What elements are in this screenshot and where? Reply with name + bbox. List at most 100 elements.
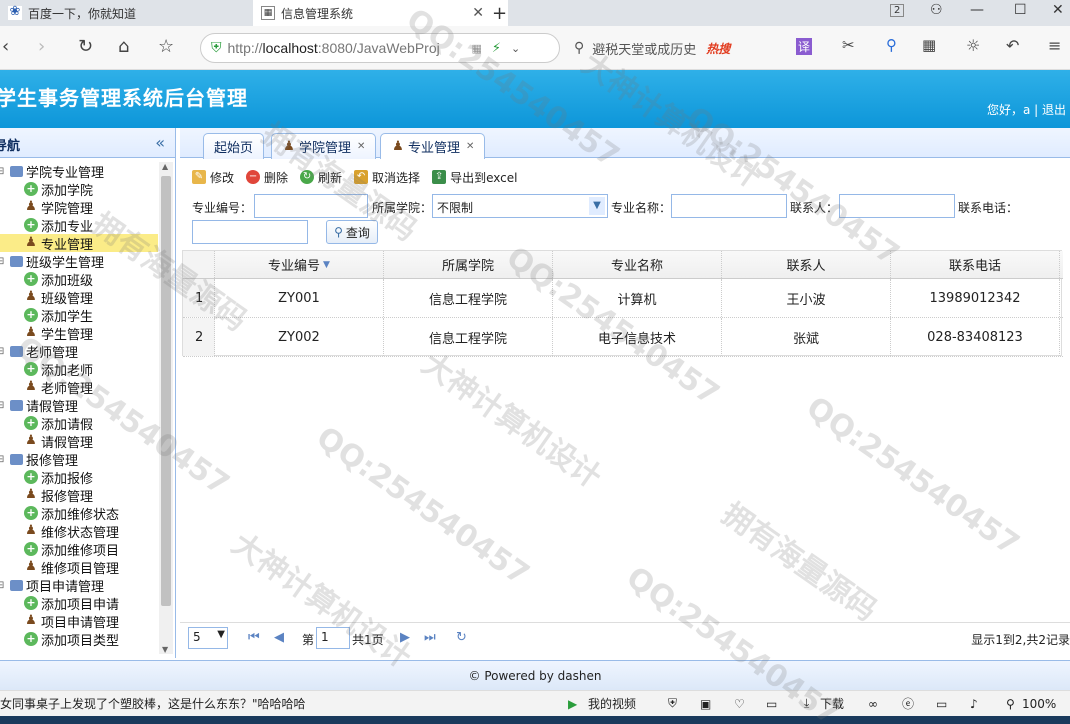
nav-group[interactable]: ⊟ 老师管理 [0,342,158,361]
address-bar[interactable]: ⛨ http://localhost:8080/JavaWebProj ▦ ⚡ … [200,33,560,63]
magnifier-icon[interactable]: ⚲ [886,36,897,54]
maximize-icon[interactable]: ☐ [1014,2,1027,18]
nav-item[interactable]: + 添加项目类型 [0,630,158,649]
nav-item[interactable]: ♟ 学院管理 [0,198,158,217]
nav-item[interactable]: ♟ 学生管理 [0,324,158,343]
nav-item[interactable]: ♟ 班级管理 [0,288,158,307]
refresh-button[interactable]: ↻ 刷新 [300,169,342,186]
zoom-level[interactable]: 100% [1022,697,1056,711]
nav-item[interactable]: ♟ 专业管理 [0,234,158,253]
close-icon[interactable]: ✕ [466,141,474,152]
nav-item[interactable]: ♟ 请假管理 [0,432,158,451]
greeting-logout[interactable]: 您好，a | 退出 [987,101,1066,118]
prev-page-icon[interactable]: ◀ [274,630,284,645]
contact-input[interactable] [839,194,955,218]
column-header-major-name[interactable]: 专业名称 [553,251,722,278]
shirt-icon[interactable]: ⚇ [930,2,943,18]
back-icon[interactable]: ‹ [2,36,9,57]
browser-tab-active[interactable]: ▦ 信息管理系统 ✕ [253,0,508,26]
browser-tab-baidu[interactable]: ❀ 百度一下，你就知道 [0,0,252,26]
image-icon[interactable]: ▣ [700,697,711,711]
search-box[interactable]: ⚲ 避税天堂或成历史 热搜 [574,33,784,63]
lightning-icon[interactable]: ⚡ [492,41,501,56]
menu-icon[interactable]: ≡ [1048,36,1061,55]
nav-item[interactable]: + 添加学院 [0,180,158,199]
news-ticker[interactable]: 女同事桌子上发现了个塑胶棒，这是什么东东？"哈哈哈哈 [0,695,540,712]
scrollbar-thumb[interactable] [161,176,171,606]
table-row[interactable]: 1 ZY001 信息工程学院 计算机 王小波 13989012342 [183,279,1063,318]
forward-icon[interactable]: › [38,36,45,57]
close-window-icon[interactable]: ✕ [1052,2,1064,18]
column-header-phone[interactable]: 联系电话 [891,251,1060,278]
collapse-toggle-icon[interactable]: ⊟ [0,400,4,411]
column-header-college[interactable]: 所属学院 [384,251,553,278]
nav-item[interactable]: ♟ 维修项目管理 [0,558,158,577]
star-icon[interactable]: ☆ [158,36,174,57]
nav-group[interactable]: ⊟ 班级学生管理 [0,252,158,271]
nav-item[interactable]: + 添加专业 [0,216,158,235]
window-icon[interactable]: ▭ [936,697,947,711]
minimize-icon[interactable]: — [970,2,984,18]
nav-item[interactable]: ♟ 维修状态管理 [0,522,158,541]
undo-icon[interactable]: ↶ [1006,36,1019,55]
collapse-toggle-icon[interactable]: ⊟ [0,454,4,465]
nav-group[interactable]: ⊟ 学院专业管理 [0,162,158,181]
grid-icon[interactable]: ▦ [472,42,482,55]
my-video-link[interactable]: 我的视频 [588,695,636,712]
nav-group[interactable]: ⊟ 项目申请管理 [0,576,158,595]
edit-button[interactable]: ✎ 修改 [192,169,234,186]
brightness-icon[interactable]: ☼ [966,36,980,55]
hot-search-label[interactable]: 热搜 [706,40,730,57]
college-select[interactable]: 不限制 ▼ [432,194,608,218]
nav-item[interactable]: + 添加请假 [0,414,158,433]
nav-item[interactable]: ♟ 报修管理 [0,486,158,505]
nav-item[interactable]: + 添加维修项目 [0,540,158,559]
home-icon[interactable]: ⌂ [118,36,129,57]
tab-counter[interactable]: 2 [890,4,905,17]
nav-item[interactable]: + 添加老师 [0,360,158,379]
first-page-icon[interactable]: ⏮ [248,630,260,645]
speaker-icon[interactable]: ♪ [970,697,978,711]
next-page-icon[interactable]: ▶ [400,630,410,645]
nav-item[interactable]: ♟ 项目申请管理 [0,612,158,631]
table-row[interactable]: 2 ZY002 信息工程学院 电子信息技术 张斌 028-83408123 [183,318,1063,357]
download-link[interactable]: 下载 [820,695,844,712]
cancel-select-button[interactable]: ↶ 取消选择 [354,169,420,186]
page-size-select[interactable]: 5 ▼ [188,627,228,649]
scissors-icon[interactable]: ✂ [842,36,855,54]
phone-input[interactable] [192,220,308,244]
nav-item[interactable]: + 添加报修 [0,468,158,487]
tab-major[interactable]: ♟ 专业管理 ✕ [380,133,486,159]
nav-scrollbar[interactable]: ▲ ▼ [159,162,173,654]
apps-icon[interactable]: ▦ [922,36,936,54]
collapse-icon[interactable]: « [155,133,165,152]
last-page-icon[interactable]: ⏭ [424,630,436,645]
page-number-input[interactable]: 1 [316,627,350,649]
nav-item[interactable]: + 添加学生 [0,306,158,325]
nav-group[interactable]: ⊟ 请假管理 [0,396,158,415]
link-icon[interactable]: ∞ [868,697,878,711]
export-button[interactable]: ⇪ 导出到excel [432,169,517,186]
browser-e-icon[interactable]: ⓔ [902,695,914,712]
major-no-input[interactable] [254,194,368,218]
heart-icon[interactable]: ♡ [734,697,745,711]
close-icon[interactable]: ✕ [357,141,365,152]
nav-item[interactable]: + 添加维修状态 [0,504,158,523]
reload-icon[interactable]: ↻ [78,36,93,57]
nav-item[interactable]: ♟ 老师管理 [0,378,158,397]
delete-button[interactable]: − 删除 [246,169,288,186]
column-header-contact[interactable]: 联系人 [722,251,891,278]
collapse-toggle-icon[interactable]: ⊟ [0,346,4,357]
collapse-toggle-icon[interactable]: ⊟ [0,256,4,267]
screen-icon[interactable]: ▭ [766,697,777,711]
column-header-major-no[interactable]: 专业编号 ▼ [215,251,384,278]
major-name-input[interactable] [671,194,787,218]
new-tab-icon[interactable]: + [492,3,507,24]
nav-item[interactable]: + 添加项目申请 [0,594,158,613]
query-button[interactable]: ⚲ 查询 [326,220,378,244]
collapse-toggle-icon[interactable]: ⊟ [0,166,4,177]
tab-college[interactable]: ♟ 学院管理 ✕ [271,133,377,159]
chevron-down-icon[interactable]: ⌄ [511,42,520,55]
collapse-toggle-icon[interactable]: ⊟ [0,580,4,591]
refresh-icon[interactable]: ↻ [456,630,467,645]
